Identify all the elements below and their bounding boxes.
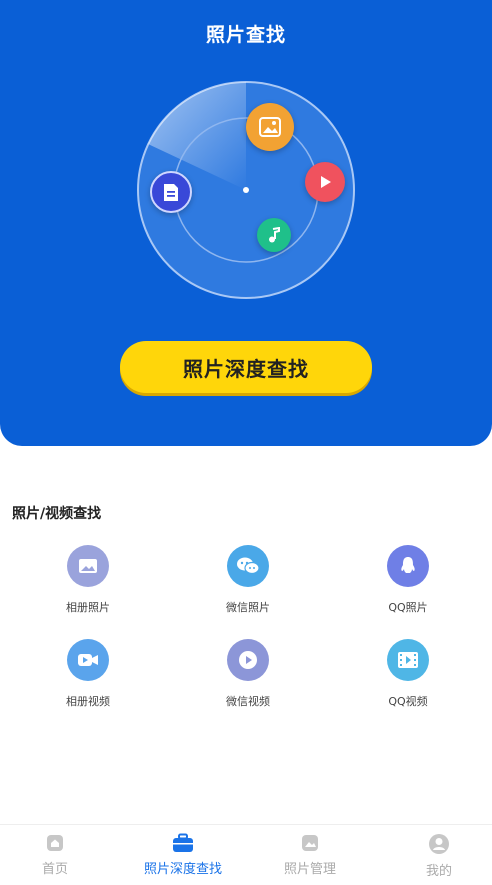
video-play-icon: [305, 162, 345, 202]
section-title: 照片/视频查找: [12, 506, 102, 522]
grid-item-label: 微信照片: [226, 601, 270, 614]
page-title: 照片查找: [205, 24, 286, 46]
tab-photo-manage[interactable]: 照片管理: [270, 825, 350, 885]
grid-item-label: 相册视频: [66, 695, 110, 708]
qq-video-icon: [387, 639, 429, 681]
tab-label: 照片管理: [283, 862, 336, 877]
bottom-tab-bar: 首页 照片深度查找 照片管理 我的: [0, 824, 492, 885]
tab-deep-search[interactable]: 照片深度查找: [128, 825, 238, 885]
tab-label: 首页: [41, 862, 68, 877]
wechat-photo-item[interactable]: 微信照片: [193, 545, 303, 615]
wechat-icon: [227, 545, 269, 587]
tab-label: 照片深度查找: [143, 862, 222, 877]
grid-item-label: 相册照片: [66, 601, 110, 614]
album-photo-item[interactable]: 相册照片: [33, 545, 143, 615]
user-icon: [429, 834, 449, 854]
briefcase-icon: [173, 833, 193, 852]
home-icon: [47, 835, 63, 851]
image-icon: [246, 103, 294, 151]
photo-manage-icon: [302, 835, 318, 851]
tab-profile[interactable]: 我的: [404, 825, 474, 885]
music-note-icon: [257, 218, 291, 252]
album-video-item[interactable]: 相册视频: [33, 639, 143, 709]
tab-label: 我的: [425, 864, 452, 879]
grid-item-label: 微信视频: [226, 695, 270, 708]
wechat-video-icon: [227, 639, 269, 681]
qq-photo-item[interactable]: QQ照片: [353, 545, 463, 615]
qq-icon: [387, 545, 429, 587]
tab-home[interactable]: 首页: [20, 825, 90, 885]
hero-banner: 照片查找 照片深度查找: [0, 0, 492, 446]
wechat-video-item[interactable]: 微信视频: [193, 639, 303, 709]
grid-item-label: QQ照片: [388, 601, 428, 614]
document-icon: [150, 171, 192, 213]
grid-item-label: QQ视频: [388, 695, 428, 708]
album-video-icon: [67, 639, 109, 681]
qq-video-item[interactable]: QQ视频: [353, 639, 463, 709]
deep-search-button[interactable]: 照片深度查找: [120, 341, 372, 393]
album-photo-icon: [67, 545, 109, 587]
